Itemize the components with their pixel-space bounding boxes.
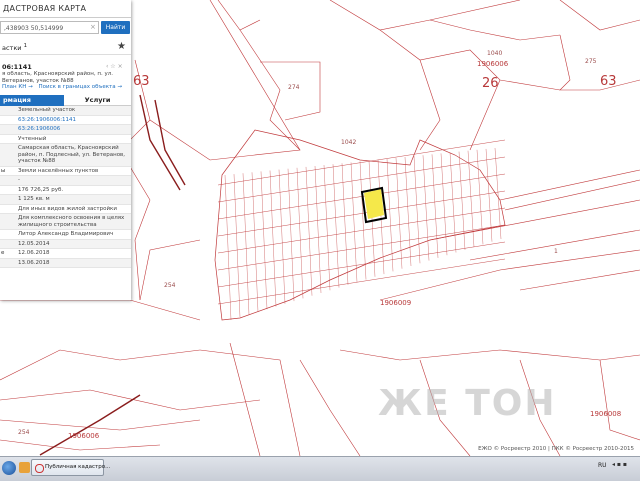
info-row-key: ы: [1, 167, 6, 174]
info-row-value: Литор Александр Владимирович: [18, 231, 114, 237]
parcel-label-1042: 1042: [341, 139, 357, 146]
info-row-key: е: [1, 250, 5, 256]
parcel-label-254b: 254: [18, 429, 30, 436]
parcel-label-254a: 254: [164, 282, 176, 289]
info-row-value: Земельный участок: [18, 107, 76, 113]
browser-icon: [35, 464, 44, 473]
info-row: Для комплексного освоения в целях жилищн…: [0, 214, 131, 230]
info-row: 12.05.2014: [0, 239, 131, 249]
info-row: е 12.06.2018: [0, 249, 131, 259]
map-blank-band: [0, 321, 640, 343]
taskbar-task-label: Публичная кадастро...: [45, 464, 111, 470]
quarter-label-bottom-left: 1906006: [68, 432, 100, 440]
info-row: Земельный участок: [0, 106, 131, 116]
parcel-label-1040: 1040: [487, 50, 503, 57]
info-row: ы Земли населённых пунктов: [0, 167, 131, 176]
info-rows: Земельный участок 63:26:1906006:1141 63:26…: [0, 106, 131, 268]
info-row: 176 726,25 руб.: [0, 186, 131, 195]
sections-label: астки 1: [2, 43, 28, 53]
tab-services[interactable]: Услуги: [64, 95, 131, 106]
info-row: Самарская область, Красноярский район, п…: [0, 144, 131, 167]
language-indicator[interactable]: RU: [598, 462, 607, 469]
parcel-actions[interactable]: ‹ ☆ ×: [106, 63, 123, 70]
parcel-label-274: 274: [288, 84, 300, 91]
info-row: Для иных видов жилой застройки: [0, 205, 131, 214]
info-row: 1 125 кв. м: [0, 195, 131, 205]
info-row-value: -: [18, 177, 20, 183]
star-icon[interactable]: ★: [117, 41, 126, 52]
clear-search-icon[interactable]: ×: [90, 23, 96, 31]
search-in-bounds-link[interactable]: Поиск в границах объекта →: [39, 84, 122, 90]
zone-label-63-left: 63: [133, 74, 150, 89]
explorer-icon[interactable]: [19, 462, 30, 473]
search-row: ,438903 50,514999 × Найти: [0, 21, 131, 36]
plan-link[interactable]: План КН →: [2, 84, 33, 90]
parcel-label-1: 1: [554, 248, 558, 255]
info-row-value: Земли населённых пунктов: [18, 167, 99, 174]
find-button[interactable]: Найти: [101, 21, 130, 34]
info-row-value: 13.06.2018: [18, 259, 50, 266]
info-row-value: 12.06.2018: [18, 250, 50, 256]
taskbar-task-button[interactable]: Публичная кадастро...: [31, 459, 110, 476]
parcel-address: я область, Красноярский район, п. ул. Ве…: [2, 71, 113, 84]
sections-row[interactable]: астки 1 ★: [0, 40, 131, 55]
map-copyright: ЕЖО © Росреестр 2010 | ПКК © Росреестр 2…: [478, 446, 634, 452]
info-row-value: Для комплексного освоения в целях жилищн…: [18, 215, 125, 228]
tab-info[interactable]: рмация: [0, 95, 64, 106]
info-row: 63:26:1906006: [0, 125, 131, 135]
start-icon[interactable]: [2, 461, 16, 475]
zone-label-63-right: 63: [600, 74, 617, 89]
zone-label-26: 26: [482, 76, 499, 91]
cadastral-info-panel: ДАСТРОВАЯ КАРТА ,438903 50,514999 × Найт…: [0, 0, 131, 300]
info-row-value: Для иных видов жилой застройки: [18, 205, 117, 212]
parcel-links: План КН → Поиск в границах объекта →: [2, 84, 126, 90]
quarter-label-bottom-right: 1906008: [590, 410, 622, 418]
info-row: Литор Александр Владимирович: [0, 230, 131, 240]
info-row: -: [0, 176, 131, 186]
info-row-value: Самарская область, Красноярский район, п…: [18, 145, 126, 164]
info-row: 63:26:1906006:1141: [0, 116, 131, 125]
info-row-value: Учтенный: [18, 135, 47, 142]
sections-count: 1: [23, 43, 28, 49]
quarter-label-top: 1906006: [477, 60, 509, 68]
quarter-label-mid: 1906009: [380, 299, 412, 307]
info-row-value[interactable]: 63:26:1906006: [16, 125, 131, 134]
parcel-label-275: 275: [585, 58, 597, 65]
info-row-value: 12.05.2014: [18, 240, 50, 247]
info-row: 13.06.2018: [0, 258, 131, 268]
parcel-id: 06:1141: [2, 63, 32, 71]
info-row-value[interactable]: 63:26:1906006:1141: [16, 116, 131, 125]
search-input[interactable]: ,438903 50,514999: [0, 21, 99, 34]
panel-tabs: рмация Услуги: [0, 95, 131, 106]
selected-parcel-fill: [364, 189, 384, 219]
tray-icons[interactable]: ◂ ▪ ▪: [612, 461, 627, 468]
info-row: Учтенный: [0, 135, 131, 144]
info-row-value: 1 125 кв. м: [18, 196, 50, 202]
taskbar: Публичная кадастро... RU ◂ ▪ ▪: [0, 456, 640, 481]
panel-header: ДАСТРОВАЯ КАРТА: [0, 0, 131, 18]
panel-title: ДАСТРОВАЯ КАРТА: [3, 4, 87, 13]
watermark: ЖЕ ТОН: [378, 383, 557, 424]
info-row-value: 176 726,25 руб.: [18, 186, 64, 193]
